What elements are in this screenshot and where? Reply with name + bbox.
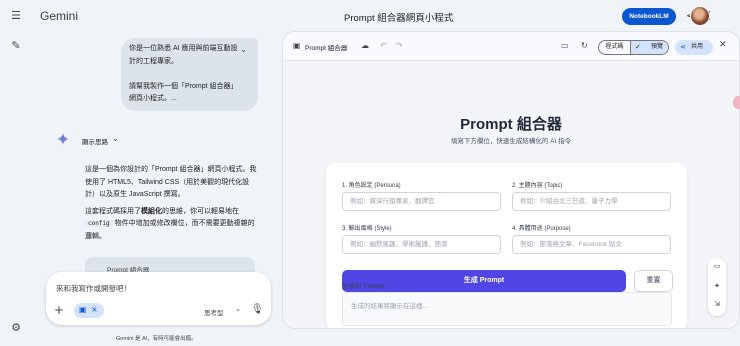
- undo-icon[interactable]: ↶: [380, 41, 387, 50]
- left-rail: ☰ ✎ ⚙: [0, 0, 32, 346]
- console-icon[interactable]: ▭: [561, 41, 569, 50]
- user-message-bubble: 你是一位熟悉 AI 應用與前端互動設計的工程專家。 請幫我製作一個「Prompt…: [121, 38, 258, 111]
- refresh-icon[interactable]: ↻: [581, 41, 588, 50]
- response-paragraph-1: 這是一個為你設計的「Prompt 組合器」網頁小程式。我使用了 HTML5、Ta…: [85, 166, 257, 199]
- tab-preview-label: 預覽: [651, 44, 664, 50]
- inline-code: config: [85, 220, 113, 228]
- brand-name: Gemini: [40, 9, 79, 23]
- canvas-icon: ▣: [293, 41, 301, 50]
- canvas-icon: ▣: [79, 305, 87, 314]
- avatar[interactable]: [690, 6, 710, 26]
- canvas-toolbar: ▣ Prompt 組合器 ☁ ↶ ↷ ▭ ↻ 程式碼 ✓ 預覽 ⋖ 共用 ✕: [283, 32, 739, 61]
- mode-selector-label[interactable]: 思考型: [204, 307, 224, 317]
- new-chat-icon[interactable]: ✎: [10, 40, 22, 52]
- close-canvas-icon[interactable]: ✕: [719, 40, 727, 50]
- persona-input[interactable]: 例如：資深行銷專家、翻譯官: [342, 192, 501, 211]
- response-text: 這套程式碼採用了: [85, 207, 141, 215]
- app-heading: Prompt 組合器: [460, 116, 562, 133]
- app-subtitle: 填寫下方欄位，快速生成結構化的 AI 指令: [450, 138, 572, 145]
- gear-icon[interactable]: ⚙: [10, 322, 22, 334]
- canvas-tool-chip[interactable]: ▣ ×: [74, 303, 104, 318]
- prompt-input-box[interactable]: 來和我寫作或開發吧！ + ▣ × 思考型 ⌄ 🎙: [46, 272, 271, 325]
- notebooklm-button[interactable]: NotebookLM: [622, 8, 676, 25]
- field-label-style: 3. 輸出風格 (Style): [342, 226, 392, 232]
- output-box[interactable]: 生成的結果將顯示在這裡...: [342, 292, 672, 326]
- floating-toolbar: ▭ ✦ ⇲: [708, 258, 726, 316]
- tab-code[interactable]: 程式碼: [599, 41, 630, 54]
- cloud-save-icon[interactable]: ☁: [361, 41, 369, 50]
- prompt-input-placeholder[interactable]: 來和我寫作或開發吧！: [56, 283, 131, 294]
- gemini-spark-icon: [57, 133, 69, 145]
- user-message-text: 你是一位熟悉 AI 應用與前端互動設計的工程專家。 請幫我製作一個「Prompt…: [129, 45, 238, 103]
- chevron-down-icon[interactable]: ⌄: [112, 134, 119, 143]
- response-paragraph-2: 這套程式碼採用了模組化的思維，你可以輕易地在 config 物件中增加或修改欄位，…: [85, 206, 257, 244]
- show-thinking-label[interactable]: 顯示思路: [82, 136, 108, 146]
- field-label-purpose: 4. 具體用途 (Purpose): [512, 226, 571, 232]
- top-bar: Gemini Prompt 組合器網頁小程式 NotebookLM ⋖ ⋮: [32, 0, 740, 32]
- expand-icon[interactable]: ⇲: [712, 300, 722, 308]
- chevron-down-icon[interactable]: ⌄: [235, 305, 241, 313]
- redo-icon[interactable]: ↷: [396, 41, 403, 50]
- canvas-title: Prompt 組合器: [305, 45, 348, 52]
- topic-input[interactable]: 例如：介紹台北三日遊、量子力學: [512, 192, 671, 211]
- model-response: 這是一個為你設計的「Prompt 組合器」網頁小程式。我使用了 HTML5、Ta…: [85, 164, 257, 244]
- share-button[interactable]: ⋖ 共用: [675, 40, 713, 55]
- reset-button[interactable]: 重置: [634, 270, 673, 292]
- response-text: 的思維，你可以輕易地在: [162, 207, 239, 215]
- style-input[interactable]: 例如：幽默風趣、學術嚴謹、簡潔: [342, 235, 501, 254]
- microphone-icon[interactable]: 🎙: [251, 304, 264, 315]
- close-icon[interactable]: ×: [91, 305, 98, 314]
- tab-preview[interactable]: ✓ 預覽: [630, 41, 668, 54]
- expand-chevron-icon[interactable]: ⌄: [240, 44, 247, 57]
- check-icon: ✓: [635, 44, 641, 51]
- add-icon[interactable]: +: [54, 304, 64, 316]
- menu-icon[interactable]: ☰: [10, 10, 22, 22]
- response-bold: 模組化: [141, 207, 162, 215]
- view-toggle: 程式碼 ✓ 預覽: [598, 40, 669, 55]
- output-label: 生成的 Prompt：: [342, 283, 391, 290]
- disclaimer: Gemini 是 AI，有時可能會出錯。: [116, 336, 197, 342]
- field-label-topic: 2. 主題內容 (Topic): [512, 183, 563, 189]
- field-label-persona: 1. 角色設定 (Persona): [342, 183, 401, 189]
- share-icon: ⋖: [680, 44, 686, 51]
- collapse-icon[interactable]: ▭: [712, 262, 722, 270]
- floating-indicator: [733, 96, 740, 109]
- sparkle-icon[interactable]: ✦: [712, 282, 722, 290]
- output-placeholder: 生成的結果將顯示在這裡...: [351, 303, 428, 310]
- conversation-title[interactable]: Prompt 組合器網頁小程式: [344, 10, 453, 24]
- purpose-input[interactable]: 例如：部落格文章、Facebook 貼文: [512, 235, 671, 254]
- share-label: 共用: [691, 44, 704, 50]
